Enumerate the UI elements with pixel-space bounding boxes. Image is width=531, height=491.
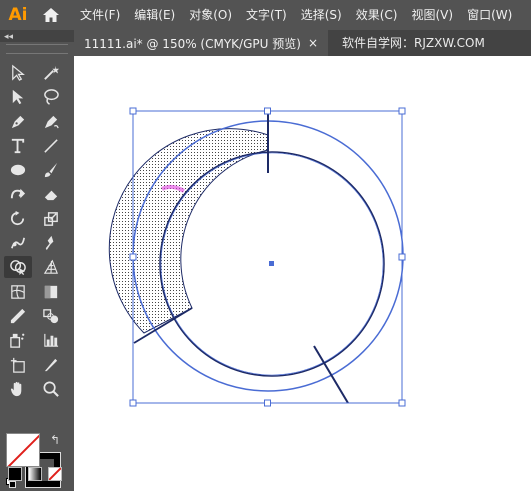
symbol-sprayer-tool-icon[interactable] xyxy=(4,329,32,351)
direct-selection-tool-icon[interactable] xyxy=(4,86,32,108)
perspective-grid-tool-icon[interactable] xyxy=(37,256,65,278)
handle-tl[interactable] xyxy=(129,107,137,115)
fill-swatch[interactable] xyxy=(6,433,40,467)
collapse-panel-icon[interactable]: ◂◂ xyxy=(0,30,74,42)
menu-items: 文件(F) 编辑(E) 对象(O) 文字(T) 选择(S) 效果(C) 视图(V) 窗口(W) xyxy=(80,0,526,30)
menu-item[interactable]: 对象(O) xyxy=(189,0,232,30)
pen-tool-icon[interactable] xyxy=(4,111,32,133)
handle-tr[interactable] xyxy=(398,107,406,115)
slice-tool-icon[interactable] xyxy=(37,354,65,376)
column-graph-tool-icon[interactable] xyxy=(37,329,65,351)
menu-item[interactable]: 视图(V) xyxy=(411,0,453,30)
menu-item[interactable]: 编辑(E) xyxy=(134,0,175,30)
curvature-tool-icon[interactable] xyxy=(37,111,65,133)
tools-panel: ◂◂ ↰ xyxy=(0,30,74,491)
fill-stroke-swatches: ↰ xyxy=(6,433,66,491)
document-tab-title: 11111.ai* @ 150% (CMYK/GPU 预览) xyxy=(84,36,301,51)
handle-br[interactable] xyxy=(398,399,406,407)
shape-builder-tool-icon[interactable] xyxy=(4,256,32,279)
handle-bm[interactable] xyxy=(264,399,271,407)
document-tab-bar: 11111.ai* @ 150% (CMYK/GPU 预览) × 软件自学网：R… xyxy=(74,30,531,56)
color-mode-row xyxy=(8,467,62,481)
none-mode-button[interactable] xyxy=(48,467,62,481)
magic-wand-tool-icon[interactable] xyxy=(37,62,65,84)
handle-tm[interactable] xyxy=(264,107,271,115)
rotate-tool-icon[interactable] xyxy=(4,208,32,230)
lasso-tool-icon[interactable] xyxy=(37,86,65,108)
menu-bar: Ai 文件(F) 编辑(E) 对象(O) 文字(T) 选择(S) 效果(C) 视图(V) 窗口… xyxy=(0,0,531,30)
free-transform-tool-icon[interactable] xyxy=(37,232,65,254)
artboard-canvas[interactable] xyxy=(74,56,531,491)
scale-tool-icon[interactable] xyxy=(37,208,65,230)
line-segment-tool-icon[interactable] xyxy=(37,135,65,157)
cut-line-bottom[interactable] xyxy=(313,345,349,404)
type-tool-icon[interactable] xyxy=(4,135,32,157)
menu-item[interactable]: 效果(C) xyxy=(356,0,398,30)
menu-item[interactable]: 选择(S) xyxy=(301,0,342,30)
selection-tool-icon[interactable] xyxy=(4,62,32,84)
hand-tool-icon[interactable] xyxy=(4,378,32,400)
paintbrush-tool-icon[interactable] xyxy=(37,159,65,181)
watermark-text: 软件自学网：RJZXW.COM xyxy=(342,36,485,50)
shaper-tool-icon[interactable] xyxy=(4,183,32,205)
handle-mr[interactable] xyxy=(398,253,406,261)
menu-item[interactable]: 文字(T) xyxy=(246,0,287,30)
artwork[interactable] xyxy=(74,56,531,491)
document-tab[interactable]: 11111.ai* @ 150% (CMYK/GPU 预览) × xyxy=(74,30,328,56)
home-icon[interactable] xyxy=(36,0,66,30)
ellipse-tool-icon[interactable] xyxy=(4,159,32,181)
app-logo: Ai xyxy=(8,5,28,25)
color-mode-button[interactable] xyxy=(8,467,22,481)
swap-fill-stroke-icon[interactable]: ↰ xyxy=(50,433,60,447)
eyedropper-tool-icon[interactable] xyxy=(4,305,32,327)
gradient-mode-button[interactable] xyxy=(28,467,42,481)
panel-grip[interactable] xyxy=(6,44,68,54)
center-point xyxy=(269,261,274,266)
menu-item[interactable]: 窗口(W) xyxy=(467,0,512,30)
puppet-warp-tool-icon[interactable] xyxy=(4,232,32,254)
artboard-tool-icon[interactable] xyxy=(4,354,32,376)
eraser-tool-icon[interactable] xyxy=(37,183,65,205)
close-tab-icon[interactable]: × xyxy=(308,36,318,50)
tool-grid xyxy=(4,62,68,402)
menu-item[interactable]: 文件(F) xyxy=(80,0,120,30)
blend-tool-icon[interactable] xyxy=(37,305,65,327)
zoom-tool-icon[interactable] xyxy=(37,378,65,400)
handle-ml[interactable] xyxy=(129,253,137,261)
gradient-tool-icon[interactable] xyxy=(37,281,65,303)
handle-bl[interactable] xyxy=(129,399,137,407)
mesh-tool-icon[interactable] xyxy=(4,281,32,303)
